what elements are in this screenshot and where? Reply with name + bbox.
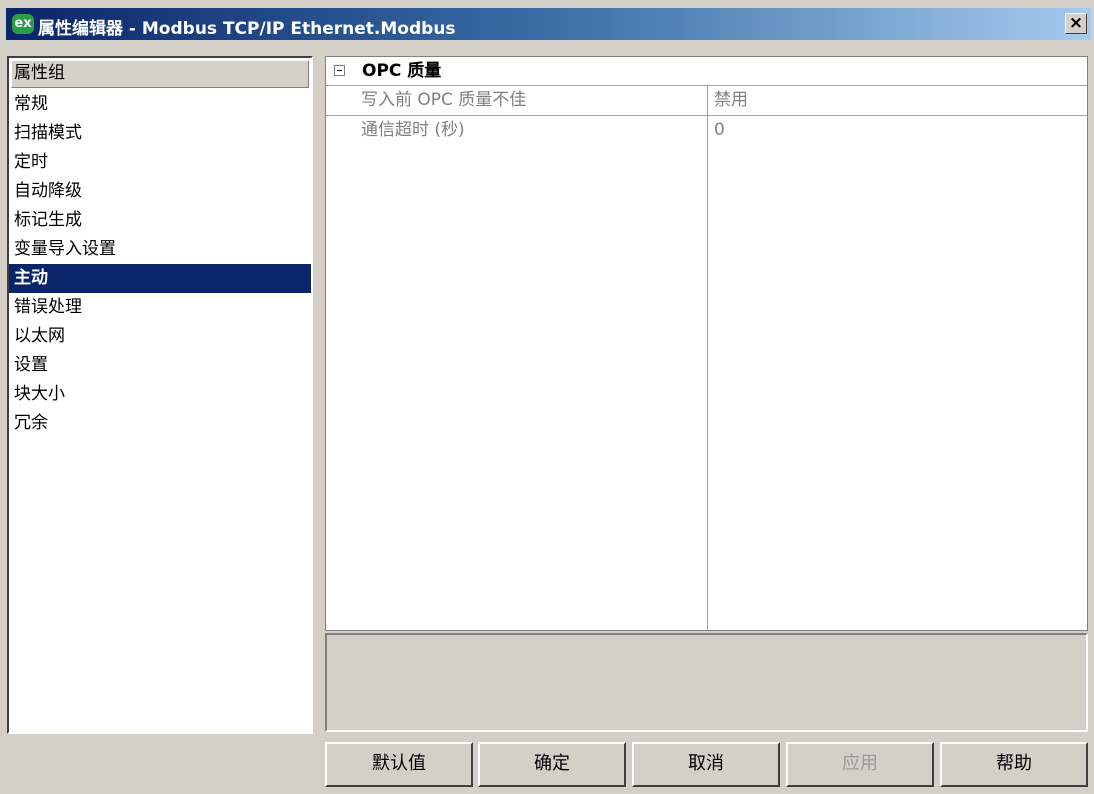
group-item-error-handling[interactable]: 错误处理 [9,293,311,322]
group-item-timing[interactable]: 定时 [9,148,311,177]
window-title: 属性编辑器 - Modbus TCP/IP Ethernet.Modbus [38,19,456,39]
property-name: 通信超时 (秒) [361,120,465,140]
group-item-general[interactable]: 常规 [9,90,311,119]
property-value[interactable]: 禁用 [714,86,748,115]
group-item-variable-import[interactable]: 变量导入设置 [9,235,311,264]
column-separator[interactable] [707,85,708,630]
property-group-list[interactable]: 属性组 常规 扫描模式 定时 自动降级 标记生成 变量导入设置 主动 错误处理 … [7,56,313,734]
property-group-header: 属性组 [11,60,309,88]
title-bar[interactable]: ex 属性编辑器 - Modbus TCP/IP Ethernet.Modbus… [6,8,1091,40]
default-values-button[interactable]: 默认值 [325,742,473,787]
group-item-active[interactable]: 主动 [9,264,311,293]
collapse-icon[interactable] [334,65,345,76]
property-editor-window: ex 属性编辑器 - Modbus TCP/IP Ethernet.Modbus… [0,0,1094,794]
cancel-button[interactable]: 取消 [632,742,780,787]
close-button[interactable]: × [1065,13,1087,34]
property-value[interactable]: 0 [714,116,725,145]
group-item-tag-generation[interactable]: 标记生成 [9,206,311,235]
ok-button[interactable]: 确定 [478,742,626,787]
group-list: 常规 扫描模式 定时 自动降级 标记生成 变量导入设置 主动 错误处理 以太网 … [9,90,311,438]
group-item-block-size[interactable]: 块大小 [9,380,311,409]
group-item-redundancy[interactable]: 冗余 [9,409,311,438]
group-item-auto-demotion[interactable]: 自动降级 [9,177,311,206]
apply-button[interactable]: 应用 [786,742,934,787]
group-item-settings[interactable]: 设置 [9,351,311,380]
app-icon: ex [12,14,34,34]
group-item-ethernet[interactable]: 以太网 [9,322,311,351]
section-opc-quality[interactable]: OPC 质量 [326,57,1087,85]
group-item-scan-mode[interactable]: 扫描模式 [9,119,311,148]
property-name: 写入前 OPC 质量不佳 [361,90,527,110]
section-title: OPC 质量 [362,61,442,81]
property-grid: OPC 质量 写入前 OPC 质量不佳 禁用 通信超时 (秒) 0 [325,56,1088,631]
description-panel [325,633,1088,732]
help-button[interactable]: 帮助 [940,742,1088,787]
